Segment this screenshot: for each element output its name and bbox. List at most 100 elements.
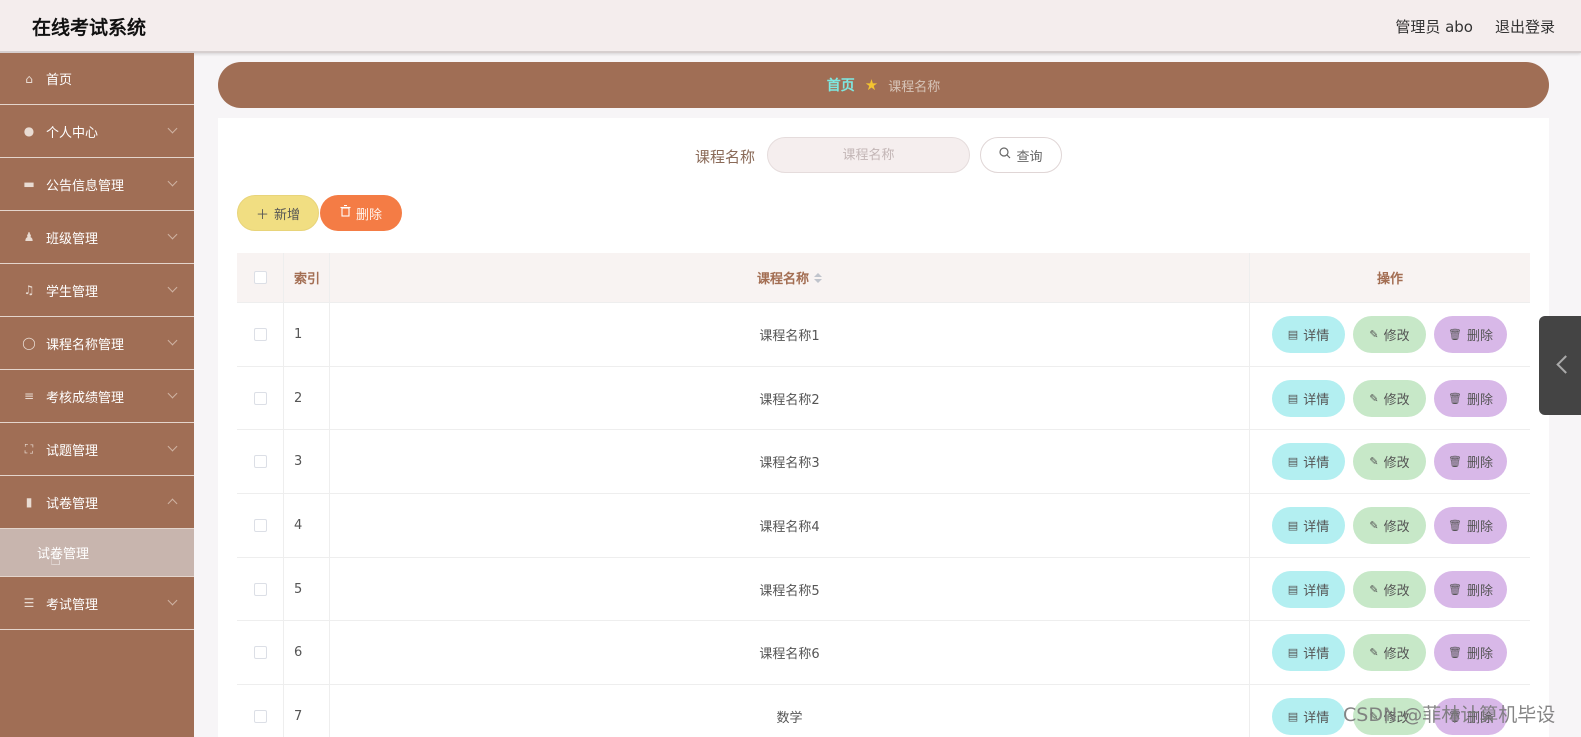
edit-button[interactable]: ✎ 修改 xyxy=(1353,379,1426,417)
table-row: 3 课程名称3 ▤ 详情 ✎ 修改 🗑 删除 xyxy=(237,430,1530,495)
search-input[interactable] xyxy=(767,137,970,173)
sidebar-item[interactable]: ● 个人中心 xyxy=(0,105,194,158)
row-check-cell xyxy=(237,366,284,430)
edit-label: 修改 xyxy=(1383,456,1410,472)
row-checkbox[interactable] xyxy=(253,709,267,723)
table-row: 6 课程名称6 ▤ 详情 ✎ 修改 🗑 删除 xyxy=(237,621,1530,686)
sidebar-item-label: 课程名称管理 xyxy=(46,337,125,353)
chevron-up-icon xyxy=(167,498,178,509)
row-index: 1 xyxy=(284,303,330,366)
row-checkbox[interactable] xyxy=(253,391,267,405)
delete-button[interactable]: 🗑 删除 xyxy=(1434,315,1507,353)
chevron-down-icon xyxy=(167,123,178,134)
query-button[interactable]: 查询 xyxy=(980,137,1062,173)
delete-button[interactable]: 🗑 删除 xyxy=(1434,506,1507,544)
detail-button[interactable]: ▤ 详情 xyxy=(1272,697,1345,735)
hand-cursor-icon: ☝ xyxy=(50,549,61,570)
header-index: 索引 xyxy=(284,253,330,302)
row-checkbox[interactable] xyxy=(253,582,267,596)
breadcrumb-home[interactable]: 首页 xyxy=(827,75,855,95)
delete-label: 删除 xyxy=(1466,456,1493,472)
edit-button[interactable]: ✎ 修改 xyxy=(1353,506,1426,544)
sidebar-item[interactable]: ♟ 班级管理 xyxy=(0,211,194,264)
select-all-checkbox[interactable] xyxy=(253,271,267,284)
batch-delete-button[interactable]: 删除 xyxy=(320,195,402,231)
detail-button[interactable]: ▤ 详情 xyxy=(1272,506,1345,544)
chevron-down-icon xyxy=(167,441,178,452)
edit-label: 修改 xyxy=(1383,392,1410,408)
breadcrumb-current: 课程名称 xyxy=(888,79,941,95)
search-icon xyxy=(999,147,1011,163)
row-actions: ▤ 详情 ✎ 修改 🗑 删除 xyxy=(1250,303,1530,366)
header-ops: 操作 xyxy=(1376,272,1403,287)
add-button[interactable]: ＋ 新增 xyxy=(237,195,319,231)
row-index: 4 xyxy=(284,494,330,557)
document-icon: ▤ xyxy=(1287,391,1299,405)
header-name-cell[interactable]: 课程名称 xyxy=(330,253,1250,302)
sidebar-item[interactable]: ≡ 考核成绩管理 xyxy=(0,370,194,423)
star-icon: ★ xyxy=(864,76,879,94)
row-checkbox[interactable] xyxy=(253,327,267,341)
detail-label: 详情 xyxy=(1303,392,1330,408)
row-course-name: 课程名称5 xyxy=(330,557,1250,621)
sidebar-item[interactable]: ⛶ 试题管理 xyxy=(0,423,194,476)
detail-button[interactable]: ▤ 详情 xyxy=(1272,315,1345,353)
chevron-down-icon xyxy=(167,176,178,187)
chevron-down-icon xyxy=(167,388,178,399)
edit-button[interactable]: ✎ 修改 xyxy=(1353,570,1426,608)
logout-link[interactable]: 退出登录 xyxy=(1495,16,1555,37)
row-checkbox[interactable] xyxy=(253,646,267,660)
sidebar-item[interactable]: ⌂ 首页 xyxy=(0,53,194,105)
row-check-cell xyxy=(237,494,284,557)
edit-label: 修改 xyxy=(1383,519,1410,535)
pencil-icon: ✎ xyxy=(1369,518,1379,532)
chevron-down-icon xyxy=(167,595,178,606)
delete-button[interactable]: 🗑 删除 xyxy=(1434,570,1507,608)
sidebar-item-label: 试卷管理 xyxy=(46,496,99,512)
course-table: 索引 课程名称 操作 1 课程名称1 ▤ 详情 ✎ 修改 🗑 删除 2 课程名称2 ▤ 详情 ✎ 修改 🗑 删… xyxy=(237,253,1530,737)
delete-button[interactable]: 🗑 删除 xyxy=(1434,443,1507,481)
list-icon: ☰ xyxy=(23,596,35,610)
sidebar-item[interactable]: ◯ 课程名称管理 xyxy=(0,317,194,370)
bell-icon: ♫ xyxy=(23,283,35,297)
detail-button[interactable]: ▤ 详情 xyxy=(1272,443,1345,481)
sidebar-item[interactable]: ▮ 试卷管理 xyxy=(0,476,194,529)
chevron-left-icon xyxy=(1556,355,1575,374)
detail-button[interactable]: ▤ 详情 xyxy=(1272,634,1345,672)
person-stand-icon: ♟ xyxy=(23,230,35,244)
table-header: 索引 课程名称 操作 xyxy=(237,253,1530,303)
document-icon: ▤ xyxy=(1287,518,1299,532)
submenu-item-active[interactable]: 试卷管理 xyxy=(0,529,194,577)
sidebar-item-label: 学生管理 xyxy=(46,284,99,300)
sidebar-item[interactable]: ▬ 公告信息管理 xyxy=(0,158,194,211)
delete-button[interactable]: 🗑 删除 xyxy=(1434,634,1507,672)
sidebar-item-label: 班级管理 xyxy=(46,231,99,247)
detail-label: 详情 xyxy=(1303,647,1330,663)
sidebar-item[interactable]: ♫ 学生管理 xyxy=(0,264,194,317)
row-checkbox[interactable] xyxy=(253,455,267,469)
sidebar-item[interactable]: ☰ 考试管理 xyxy=(0,577,194,630)
edit-button[interactable]: ✎ 修改 xyxy=(1353,634,1426,672)
edit-button[interactable]: ✎ 修改 xyxy=(1353,443,1426,481)
document-icon: ▤ xyxy=(1287,455,1299,469)
sort-icon[interactable] xyxy=(814,272,822,283)
table-row: 2 课程名称2 ▤ 详情 ✎ 修改 🗑 删除 xyxy=(237,366,1530,431)
top-bar: 在线考试系统 管理员 abo 退出登录 xyxy=(0,0,1581,53)
app-title: 在线考试系统 xyxy=(32,17,147,39)
edit-button[interactable]: ✎ 修改 xyxy=(1353,315,1426,353)
delete-button[interactable]: 🗑 删除 xyxy=(1434,379,1507,417)
sidebar-item-label: 试题管理 xyxy=(46,443,99,459)
pencil-icon: ✎ xyxy=(1369,327,1379,341)
row-course-name: 数学 xyxy=(330,685,1250,737)
detail-label: 详情 xyxy=(1303,710,1330,726)
detail-button[interactable]: ▤ 详情 xyxy=(1272,570,1345,608)
query-button-label: 查询 xyxy=(1016,149,1043,165)
row-checkbox[interactable] xyxy=(253,518,267,532)
row-course-name: 课程名称1 xyxy=(330,303,1250,366)
detail-button[interactable]: ▤ 详情 xyxy=(1272,379,1345,417)
side-drawer-toggle[interactable] xyxy=(1539,316,1581,415)
row-index: 7 xyxy=(284,685,330,737)
ticket-icon: ▬ xyxy=(23,177,35,191)
row-index: 6 xyxy=(284,621,330,685)
row-course-name: 课程名称2 xyxy=(330,366,1250,430)
